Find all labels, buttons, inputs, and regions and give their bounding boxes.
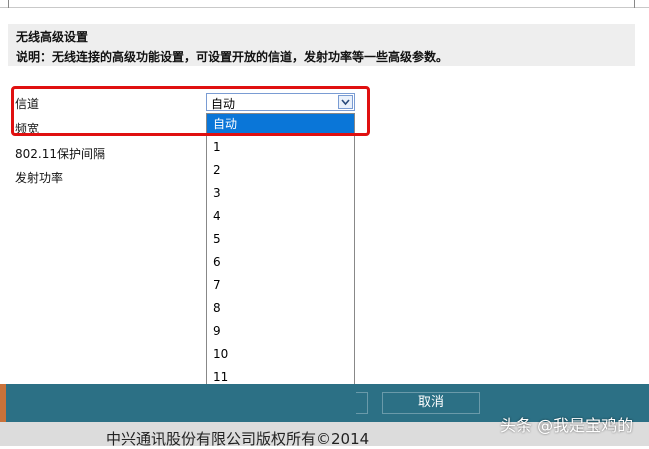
top-right-tick (634, 0, 635, 8)
section-description: 说明：无线连接的高级功能设置，可设置开放的信道，发射功率等一些高级参数。 (16, 50, 449, 64)
channel-option[interactable]: 1 (207, 137, 354, 158)
channel-option[interactable]: 6 (207, 252, 354, 273)
channel-option[interactable]: 4 (207, 206, 354, 227)
top-divider (0, 7, 649, 8)
submit-button-edge[interactable] (356, 392, 368, 414)
cancel-button[interactable]: 取消 (382, 392, 480, 414)
highlight-frame (11, 86, 370, 136)
top-strip (0, 0, 649, 10)
tx-power-label: 发射功率 (15, 171, 64, 185)
channel-option[interactable]: 2 (207, 160, 354, 181)
footer-accent (0, 384, 6, 422)
top-left-tick (8, 0, 9, 8)
channel-option[interactable]: 3 (207, 183, 354, 204)
channel-option[interactable]: 9 (207, 321, 354, 342)
channel-option[interactable]: 10 (207, 344, 354, 365)
section-title: 无线高级设置 (16, 30, 89, 44)
channel-option[interactable]: 7 (207, 275, 354, 296)
channel-option[interactable]: 8 (207, 298, 354, 319)
channel-option[interactable]: 5 (207, 229, 354, 250)
watermark: 头条 @我是宝鸡的 (500, 416, 634, 435)
section-header: 无线高级设置 说明：无线连接的高级功能设置，可设置开放的信道，发射功率等一些高级… (8, 24, 635, 66)
guard-interval-label: 802.11保护间隔 (15, 147, 105, 161)
